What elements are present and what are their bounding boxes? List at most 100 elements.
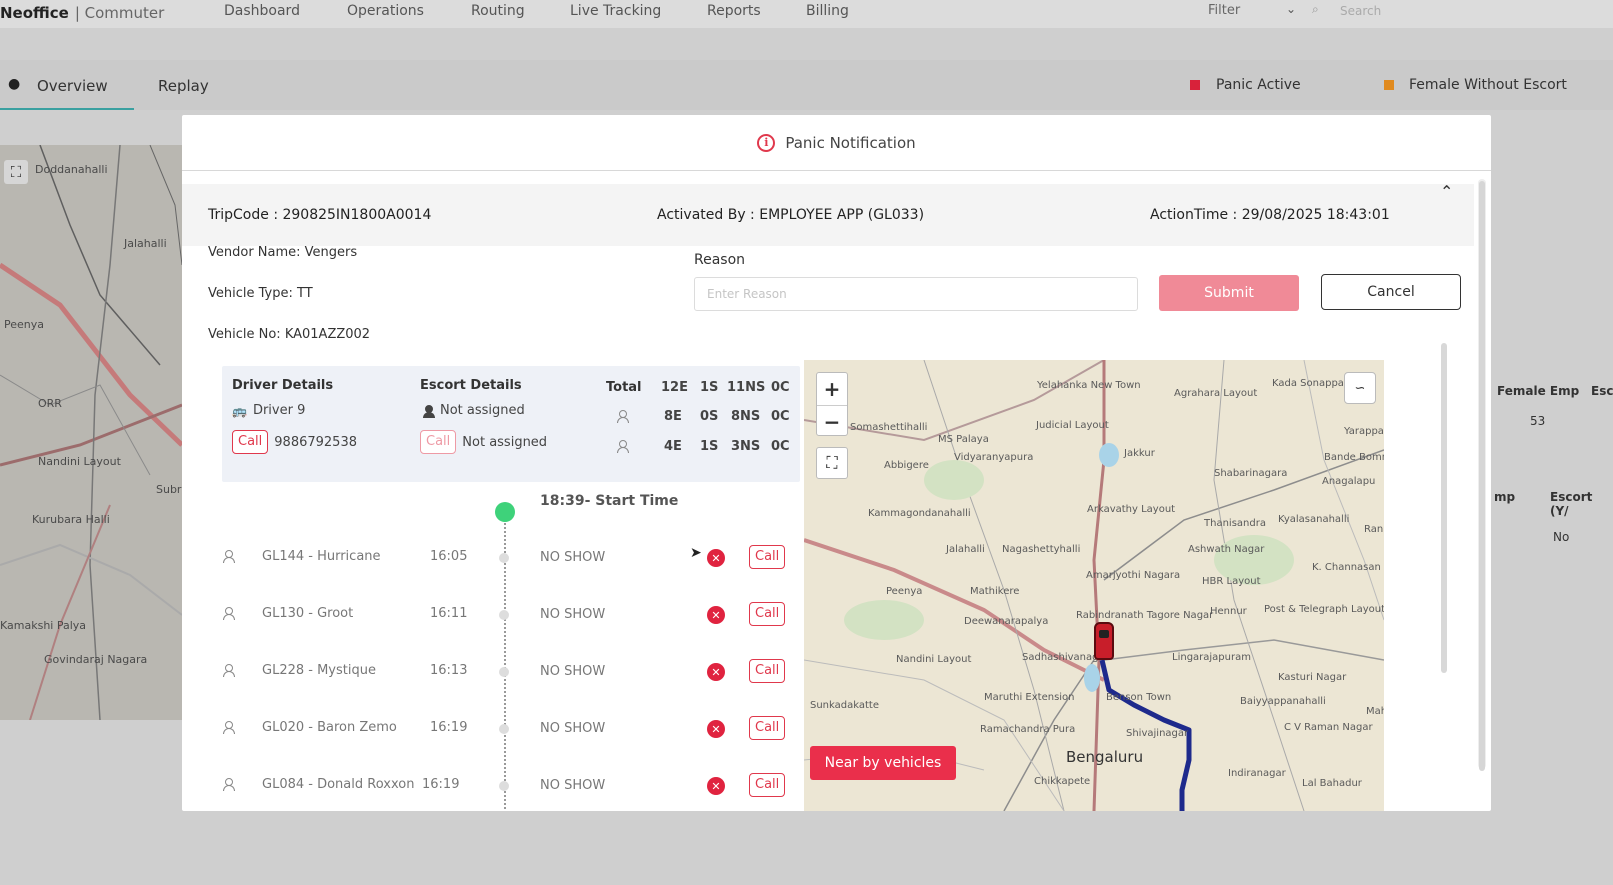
person-icon [616,410,629,423]
map-label: Yarappan [1344,426,1384,437]
person-icon [422,404,435,418]
trip-summary-bar[interactable]: TripCode : 290825IN1800A0014 Activated B… [182,182,1474,246]
call-escort-button[interactable]: Call [420,430,457,454]
map-label: Hennur [1210,606,1247,617]
close-circle-icon: ✕ [707,663,725,681]
map-label: Vidyaranyapura [954,452,1034,463]
fullscreen-icon[interactable]: ⛶ [4,160,28,184]
pickup-time: 16:19 [422,777,460,792]
brand-logo[interactable]: Neoffice | Commuter [0,4,164,22]
person-icon [222,550,235,563]
map-label: Yelahanka New Town [1037,380,1141,391]
nav-dashboard[interactable]: Dashboard [224,3,300,19]
escort-phone: Not assigned [462,434,548,450]
count-shows: 1S [700,439,719,454]
map-label: Kammagondanahalli [868,508,971,519]
filter-select[interactable]: Filter [1208,3,1240,18]
global-search-input[interactable]: Search [1340,4,1381,18]
legend-female-without-escort: Female Without Escort [1409,77,1567,93]
modal-title: Panic Notification [785,133,916,152]
nav-routing[interactable]: Routing [471,3,525,19]
top-navigation: Neoffice | Commuter Dashboard Operations … [0,0,1613,28]
map-label: Kasturi Nagar [1278,672,1347,683]
esc-header: Esc [1591,384,1613,398]
timeline-row: GL144 - Hurricane 16:05 NO SHOW ✕ Call [222,543,802,573]
trip-map[interactable]: Yelahanka New Town Agrahara Layout Kada … [804,360,1384,811]
map-label: Amarjyothi Nagara [1086,570,1181,581]
map-label: Nandini Layout [38,455,121,468]
active-tab-indicator [0,108,134,110]
cancel-button[interactable]: Cancel [1321,274,1461,310]
driver-phone-row: Call 9886792538 [232,430,357,454]
route-icon[interactable]: ∽ [1344,372,1376,404]
count-employees: 8E [664,409,682,424]
map-label: Mathikere [970,586,1020,597]
reason-input[interactable] [694,277,1138,311]
panic-active-swatch [1190,80,1200,90]
total-header: Total [606,380,642,395]
count-no-shows: 8NS [731,409,761,424]
call-employee-button[interactable]: Call [749,716,786,740]
escort-phone-row: Call Not assigned [420,430,547,454]
map-label: Shabarinagara [1214,468,1288,479]
map-label: Benson Town [1106,692,1172,703]
map-label: Ashwath Nagar [1188,544,1265,555]
escort-value: No [1553,530,1570,544]
map-label: Maha [1366,706,1384,717]
submit-button[interactable]: Submit [1159,275,1299,311]
pickup-status: NO SHOW [540,721,606,736]
map-label: Ran [1364,524,1384,535]
tab-replay[interactable]: Replay [158,77,209,95]
call-employee-button[interactable]: Call [749,602,786,626]
count-shows: 1S [700,380,719,395]
count-employees: 4E [664,439,682,454]
vendor-name: Vendor Name: Vengers [208,245,358,260]
brand-sub-text: Commuter [84,4,165,22]
map-label: Lingarajapuram [1172,652,1251,663]
search-icon[interactable]: ⌕ [1312,2,1319,17]
person-icon [222,778,235,791]
employee-name: GL020 - Baron Zemo [262,720,397,735]
driver-details-header: Driver Details [232,378,334,393]
pickup-time: 16:11 [430,606,468,621]
timeline-dot [499,724,509,734]
pickup-status: NO SHOW [540,550,606,565]
escort-name-row: Not assigned [422,403,525,418]
inner-scrollbar[interactable] [1441,343,1447,673]
map-label: Chikkapete [1034,776,1091,787]
chevron-up-icon[interactable]: ⌃ [1440,182,1453,201]
zoom-out-button[interactable]: − [817,405,847,437]
background-map[interactable]: Doddanahalli Jalahalli Peenya ORR Nandin… [0,145,182,720]
timeline-row: GL020 - Baron Zemo 16:19 NO SHOW ✕ Call [222,714,802,744]
tab-overview[interactable]: Overview [37,77,108,95]
call-employee-button[interactable]: Call [749,773,786,797]
person-icon [222,607,235,620]
chevron-down-icon[interactable]: ⌄ [1286,2,1296,16]
nav-operations[interactable]: Operations [347,3,424,19]
escort-header: Escort (Y/ [1550,490,1593,518]
start-time-marker [495,502,515,522]
person-icon [616,440,629,453]
pickup-status: NO SHOW [540,607,606,622]
vehicle-marker-icon[interactable] [1094,622,1114,660]
nav-billing[interactable]: Billing [806,3,849,19]
map-label: Shivajinagar [1126,728,1189,739]
nav-live-tracking[interactable]: Live Tracking [570,3,661,19]
trip-details-card: Driver Details 🚌 Driver 9 Call 9886792538 … [222,366,800,482]
modal-scrollbar[interactable] [1478,179,1486,771]
call-driver-button[interactable]: Call [232,430,269,454]
call-employee-button[interactable]: Call [749,659,786,683]
female-emp-value: 53 [1530,414,1546,428]
legend-panic-active: Panic Active [1216,77,1301,93]
map-label: Sunkadakatte [810,700,879,711]
call-employee-button[interactable]: Call [749,545,786,569]
near-by-vehicles-button[interactable]: Near by vehicles [810,746,956,780]
map-label: Maruthi Extension [984,692,1075,703]
map-fullscreen-icon[interactable]: ⛶ [816,447,848,479]
zoom-in-button[interactable]: + [817,373,847,405]
map-label: Peenya [886,586,923,597]
modal-header: i Panic Notification [182,115,1491,171]
nav-reports[interactable]: Reports [707,3,761,19]
map-label: Lal Bahadur [1302,778,1362,789]
map-label-bengaluru: Bengaluru [1066,748,1144,766]
